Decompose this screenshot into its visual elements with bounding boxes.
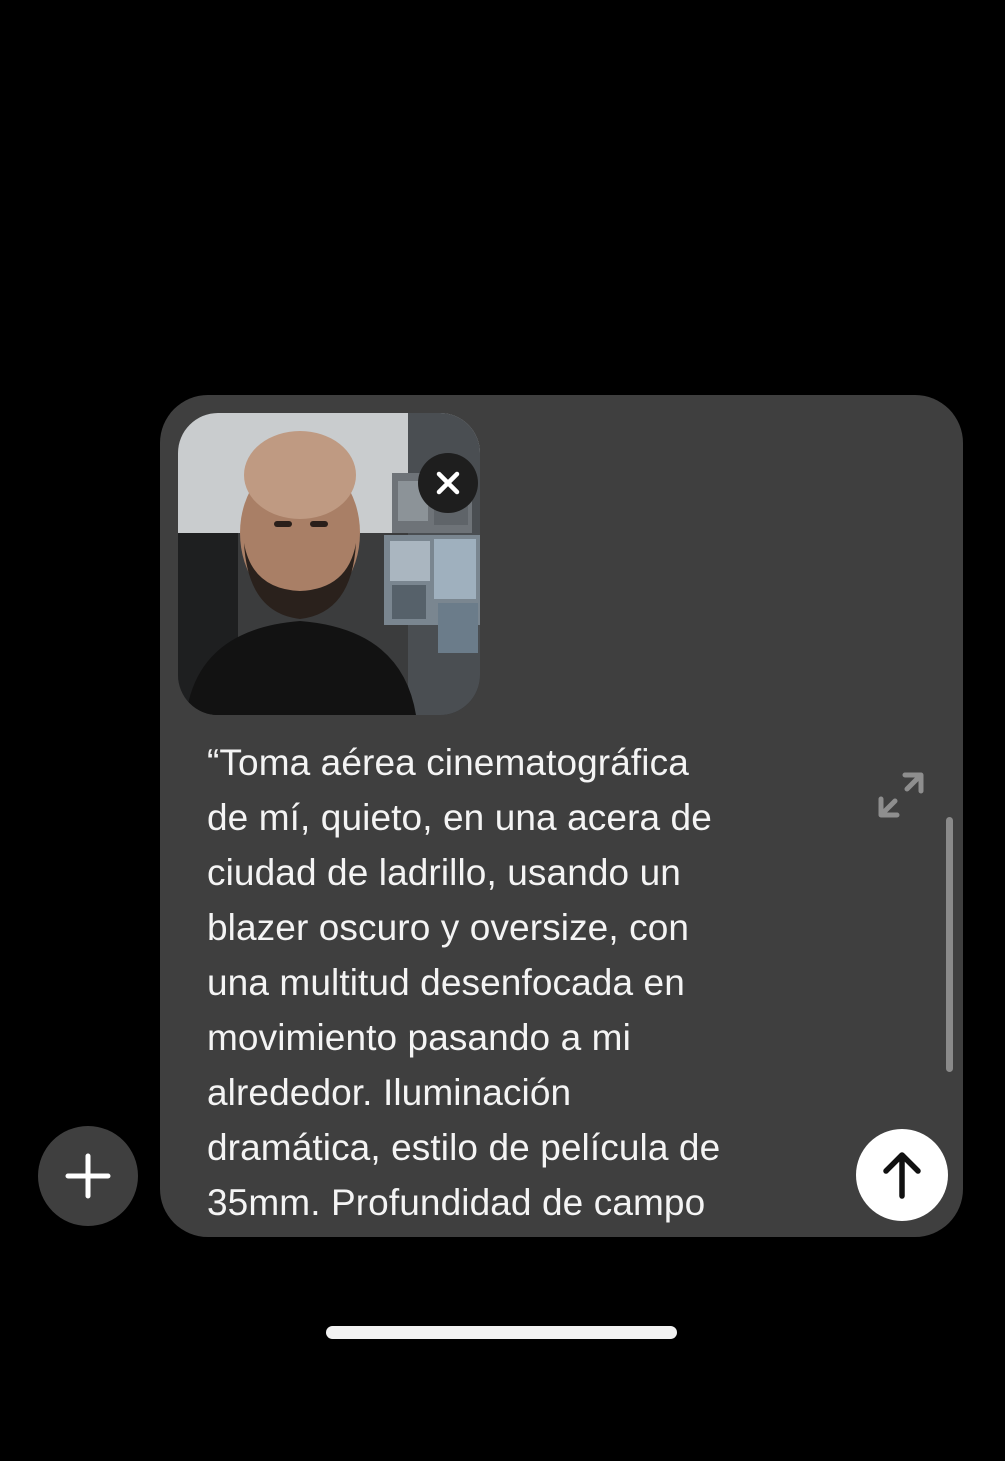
home-indicator[interactable] xyxy=(326,1326,677,1339)
arrow-up-icon xyxy=(883,1152,921,1199)
expand-composer-button[interactable] xyxy=(873,767,929,823)
attached-photo-thumbnail[interactable] xyxy=(178,413,480,715)
add-attachment-button[interactable] xyxy=(38,1126,138,1226)
remove-attachment-button[interactable] xyxy=(418,453,478,513)
send-button[interactable] xyxy=(856,1129,948,1221)
expand-icon xyxy=(878,772,924,818)
plus-icon xyxy=(65,1153,111,1199)
prompt-composer[interactable]: “Toma aérea cinematográfica de mí, quiet… xyxy=(160,395,963,1237)
close-icon xyxy=(436,471,460,495)
text-scrollbar[interactable] xyxy=(946,817,953,1072)
prompt-text-input[interactable]: “Toma aérea cinematográfica de mí, quiet… xyxy=(207,735,817,1230)
